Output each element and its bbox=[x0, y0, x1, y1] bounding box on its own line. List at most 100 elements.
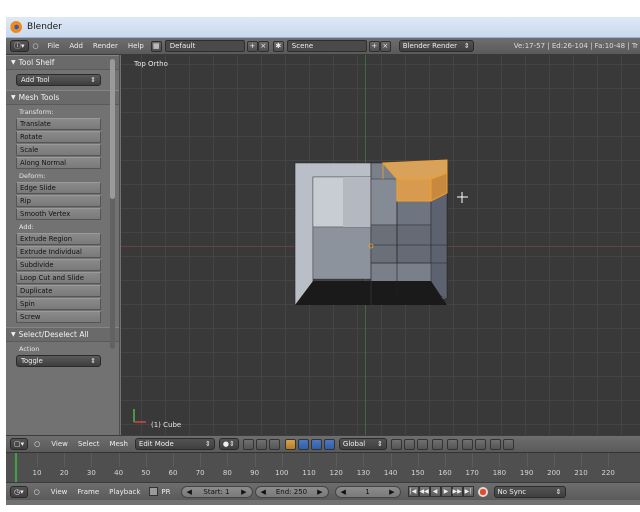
menu-playback[interactable]: Playback bbox=[104, 488, 145, 496]
menu-select[interactable]: Select bbox=[73, 440, 105, 448]
menu-help[interactable]: Help bbox=[123, 42, 149, 50]
action-dropdown[interactable]: Toggle ⇕ bbox=[16, 355, 101, 367]
translate-button[interactable]: Translate bbox=[16, 118, 101, 130]
3d-viewport[interactable]: Top Ortho (1) Cube bbox=[121, 55, 640, 435]
editor-type-selector[interactable]: ▢▾ bbox=[10, 438, 29, 450]
collapse-menus-icon[interactable]: ○ bbox=[33, 42, 39, 50]
screen-layout-icon[interactable]: ▦ bbox=[150, 40, 162, 52]
snap-element-icon[interactable] bbox=[474, 438, 486, 450]
menu-file[interactable]: File bbox=[43, 42, 65, 50]
collapse-triangle-icon: ▼ bbox=[11, 94, 16, 101]
menu-render[interactable]: Render bbox=[88, 42, 123, 50]
spin-button[interactable]: Spin bbox=[16, 298, 101, 310]
manipulator-scale-icon[interactable] bbox=[310, 438, 322, 450]
rip-button[interactable]: Rip bbox=[16, 195, 101, 207]
end-frame-field[interactable]: ◀ End: 250 ▶ bbox=[254, 485, 329, 498]
editor-type-selector[interactable]: ◷▾ bbox=[10, 485, 28, 498]
increment-arrow-icon[interactable]: ▶ bbox=[389, 488, 394, 496]
menu-view[interactable]: View bbox=[46, 488, 73, 496]
render-preview-icon[interactable] bbox=[489, 438, 501, 450]
timeline-tick-label: 20 bbox=[59, 469, 69, 477]
add-layout-button[interactable]: + bbox=[246, 40, 258, 52]
timeline-playhead[interactable] bbox=[15, 453, 17, 482]
add-scene-button[interactable]: + bbox=[368, 40, 380, 52]
timeline[interactable]: 10 20 30 40 50 60 70 80 90 100 110 120 130 140 150 160 1… bbox=[6, 452, 640, 482]
edge-slide-button[interactable]: Edge Slide bbox=[16, 182, 101, 194]
extrude-individual-button[interactable]: Extrude Individual bbox=[16, 246, 101, 258]
select-deselect-header[interactable]: ▼ Select/Deselect All bbox=[6, 327, 119, 342]
editor-type-selector[interactable]: ⓘ▾ bbox=[10, 40, 29, 52]
play-icon[interactable]: ▶ bbox=[440, 486, 452, 497]
subdivide-button[interactable]: Subdivide bbox=[16, 259, 101, 271]
along-normal-button[interactable]: Along Normal bbox=[16, 157, 101, 169]
face-select-icon[interactable] bbox=[416, 438, 428, 450]
sync-mode-label: No Sync bbox=[497, 487, 527, 496]
mode-dropdown[interactable]: Edit Mode ⇕ bbox=[134, 438, 215, 450]
render-engine-dropdown[interactable]: Blender Render ⇕ bbox=[398, 40, 474, 52]
scale-button[interactable]: Scale bbox=[16, 144, 101, 156]
mesh-tools-header[interactable]: ▼ Mesh Tools bbox=[6, 90, 119, 105]
preview-range-checkbox[interactable] bbox=[149, 487, 159, 496]
limit-selection-icon[interactable] bbox=[431, 438, 443, 450]
screw-button[interactable]: Screw bbox=[16, 311, 101, 323]
end-frame-label: End: 250 bbox=[275, 487, 308, 496]
scene-icon[interactable]: ✱ bbox=[272, 40, 284, 52]
collapse-menus-icon[interactable]: ○ bbox=[34, 440, 40, 448]
timeline-tick-label: 160 bbox=[438, 469, 452, 477]
tool-shelf-scrollbar[interactable] bbox=[110, 59, 115, 349]
pivot-align-icon[interactable] bbox=[255, 438, 267, 450]
timeline-tick-label: 60 bbox=[168, 469, 178, 477]
remove-layout-button[interactable]: × bbox=[257, 40, 269, 52]
jump-to-start-icon[interactable]: |◀ bbox=[407, 486, 419, 497]
menu-mesh[interactable]: Mesh bbox=[104, 440, 132, 448]
increment-arrow-icon[interactable]: ▶ bbox=[317, 488, 322, 496]
smooth-vertex-button[interactable]: Smooth Vertex bbox=[16, 208, 101, 220]
scene-field[interactable]: Scene bbox=[286, 40, 367, 52]
play-reverse-icon[interactable]: ◀ bbox=[429, 486, 441, 497]
collapse-menus-icon[interactable]: ○ bbox=[34, 488, 40, 496]
timeline-grid-line bbox=[553, 453, 555, 467]
sync-mode-dropdown[interactable]: No Sync ⇕ bbox=[493, 485, 566, 498]
decrement-arrow-icon[interactable]: ◀ bbox=[341, 488, 346, 496]
menu-view[interactable]: View bbox=[46, 440, 73, 448]
menu-frame[interactable]: Frame bbox=[72, 488, 104, 496]
manipulator-toggle-icon[interactable] bbox=[268, 438, 280, 450]
edge-select-icon[interactable] bbox=[403, 438, 415, 450]
screen-layout-field[interactable]: Default bbox=[164, 40, 245, 52]
cube-mesh[interactable] bbox=[121, 55, 640, 435]
dropdown-arrows-icon: ⇕ bbox=[555, 487, 562, 496]
proportional-editing-icon[interactable] bbox=[446, 438, 458, 450]
manipulator-translate-icon[interactable] bbox=[284, 438, 296, 450]
timeline-grid-line bbox=[200, 453, 202, 467]
manipulator-combo-icon[interactable] bbox=[323, 438, 335, 450]
viewport-shading-dropdown[interactable]: ●⇕ bbox=[218, 438, 239, 450]
add-tool-dropdown[interactable]: Add Tool ⇕ bbox=[16, 74, 101, 86]
tool-shelf-header[interactable]: ▼ Tool Shelf bbox=[6, 55, 119, 70]
extrude-region-button[interactable]: Extrude Region bbox=[16, 233, 101, 245]
scrollbar-thumb[interactable] bbox=[110, 59, 115, 199]
jump-to-end-icon[interactable]: ▶| bbox=[462, 486, 474, 497]
decrement-arrow-icon[interactable]: ◀ bbox=[187, 488, 192, 496]
increment-arrow-icon[interactable]: ▶ bbox=[241, 488, 246, 496]
manipulator-rotate-icon[interactable] bbox=[297, 438, 309, 450]
remove-scene-button[interactable]: × bbox=[379, 40, 391, 52]
jump-keyframe-forward-icon[interactable]: ▶▶ bbox=[451, 486, 463, 497]
record-icon[interactable] bbox=[477, 486, 488, 497]
transform-orientation-dropdown[interactable]: Global ⇕ bbox=[338, 438, 387, 450]
decrement-arrow-icon[interactable]: ◀ bbox=[261, 488, 266, 496]
loop-cut-and-slide-button[interactable]: Loop Cut and Slide bbox=[16, 272, 101, 284]
current-frame-field[interactable]: ◀ 1 ▶ bbox=[334, 485, 401, 498]
rotate-button[interactable]: Rotate bbox=[16, 131, 101, 143]
vertex-select-icon[interactable] bbox=[390, 438, 402, 450]
snap-toggle-icon[interactable] bbox=[461, 438, 473, 450]
start-frame-field[interactable]: ◀ Start: 1 ▶ bbox=[180, 485, 253, 498]
pivot-point-icon[interactable] bbox=[242, 438, 254, 450]
render-animation-icon[interactable] bbox=[502, 438, 514, 450]
duplicate-button[interactable]: Duplicate bbox=[16, 285, 101, 297]
action-label: Action bbox=[19, 345, 40, 353]
menu-add[interactable]: Add bbox=[64, 42, 88, 50]
jump-keyframe-back-icon[interactable]: ◀◀ bbox=[418, 486, 430, 497]
object-label: (1) Cube bbox=[151, 421, 182, 429]
timeline-grid-line bbox=[417, 453, 419, 467]
timeline-grid-line bbox=[118, 453, 120, 467]
